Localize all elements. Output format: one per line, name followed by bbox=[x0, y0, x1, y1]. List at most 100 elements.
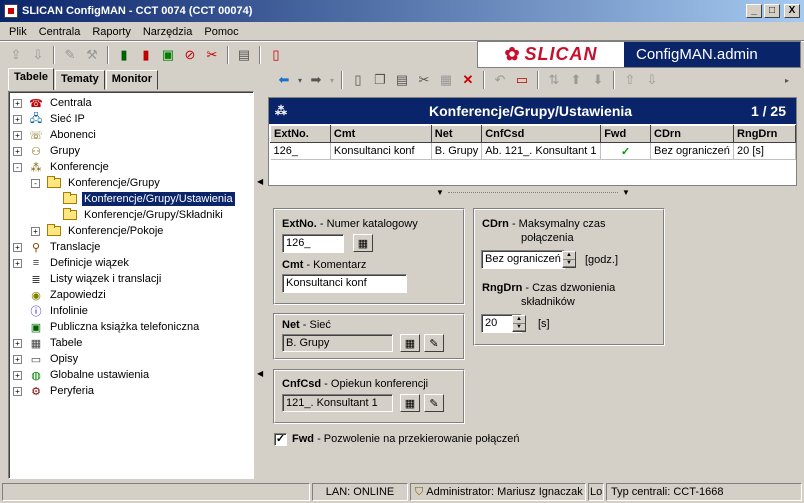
col-cnfcsd[interactable]: CnfCsd bbox=[481, 125, 602, 143]
move-up-icon[interactable]: ⬆ bbox=[566, 70, 586, 90]
disconnect-icon[interactable]: ✂ bbox=[202, 45, 222, 65]
net-calculator-icon[interactable]: ▦ bbox=[400, 334, 420, 352]
tree-item[interactable]: + ☏ Abonenci bbox=[13, 127, 98, 143]
horizontal-splitter[interactable]: ▼ ▼ bbox=[268, 188, 797, 197]
forward-dropdown-icon[interactable]: ▾ bbox=[328, 70, 336, 90]
forward-icon[interactable]: ➡ bbox=[306, 70, 326, 90]
collapse-icon[interactable]: - bbox=[13, 162, 22, 172]
delete-icon[interactable]: ✕ bbox=[458, 70, 478, 90]
spin-down-icon[interactable]: ▼ bbox=[563, 260, 575, 267]
import-icon[interactable]: ⇩ bbox=[642, 70, 662, 90]
tab-tematy[interactable]: Tematy bbox=[55, 70, 105, 90]
app-icon[interactable] bbox=[4, 4, 18, 18]
download-config-icon[interactable]: ⇩ bbox=[28, 45, 48, 65]
cell-fwd-check-icon[interactable]: ✓ bbox=[600, 142, 652, 160]
cell-net[interactable]: B. Grupy bbox=[431, 142, 483, 160]
tree-item[interactable]: + ⚙ Peryferia bbox=[13, 383, 96, 399]
upload-config-icon[interactable]: ⇪ bbox=[6, 45, 26, 65]
menu-narzedzia[interactable]: Narzędzia bbox=[137, 26, 199, 38]
tree-item[interactable]: + ⚇ Grupy bbox=[13, 143, 82, 159]
spin-up-icon[interactable]: ▲ bbox=[513, 316, 525, 324]
col-net[interactable]: Net bbox=[430, 125, 483, 143]
tree-item[interactable]: + ⚲ Translacje bbox=[13, 239, 102, 255]
toolbar-overflow-icon[interactable]: ▸ bbox=[777, 70, 797, 90]
expand-icon[interactable]: + bbox=[13, 98, 22, 108]
cmt-input[interactable]: Konsultanci konf bbox=[282, 274, 407, 293]
expand-icon[interactable]: + bbox=[13, 370, 22, 380]
tree-item[interactable]: Konferencje/Grupy/Składniki bbox=[47, 207, 225, 223]
sort-icon[interactable]: ⇅ bbox=[544, 70, 564, 90]
table-row[interactable]: 126_ Konsultanci konf B. Grupy Ab. 121_.… bbox=[270, 142, 796, 160]
expand-icon[interactable]: + bbox=[13, 130, 22, 140]
expand-icon[interactable]: + bbox=[13, 386, 22, 396]
device-icon[interactable]: ▯ bbox=[266, 45, 286, 65]
tree-item[interactable]: ◉ Zapowiedzi bbox=[13, 287, 108, 303]
wrench-icon[interactable]: ⚒ bbox=[82, 45, 102, 65]
tree-item[interactable]: ≣ Listy wiązek i translacji bbox=[13, 271, 163, 287]
close-button[interactable]: X bbox=[784, 4, 800, 18]
expand-icon[interactable]: + bbox=[13, 338, 22, 348]
move-down-icon[interactable]: ⬇ bbox=[588, 70, 608, 90]
tree-item[interactable]: Konferencje/Grupy/Ustawienia bbox=[47, 191, 236, 207]
cell-cnfcsd[interactable]: Ab. 121_. Konsultant 1 bbox=[481, 142, 602, 160]
col-rngdrn[interactable]: RngDrn bbox=[733, 125, 796, 143]
undo-icon[interactable]: ↶ bbox=[490, 70, 510, 90]
back-dropdown-icon[interactable]: ▾ bbox=[296, 70, 304, 90]
menu-centrala[interactable]: Centrala bbox=[33, 26, 87, 38]
collapse-icon[interactable]: - bbox=[31, 178, 40, 188]
cnfcsd-calculator-icon[interactable]: ▦ bbox=[400, 394, 420, 412]
connect-icon[interactable]: ✎ bbox=[60, 45, 80, 65]
cell-extno[interactable]: 126_ bbox=[270, 142, 331, 160]
net-goto-icon[interactable]: ✎ bbox=[424, 334, 444, 352]
cnfcsd-goto-icon[interactable]: ✎ bbox=[424, 394, 444, 412]
filter-icon[interactable]: ▭ bbox=[512, 70, 532, 90]
tab-tabele[interactable]: Tabele bbox=[8, 68, 55, 90]
expand-icon[interactable]: + bbox=[13, 258, 22, 268]
cell-cmt[interactable]: Konsultanci konf bbox=[330, 142, 432, 160]
new-record-icon[interactable]: ▯ bbox=[348, 70, 368, 90]
tree-item[interactable]: + ▭ Opisy bbox=[13, 351, 80, 367]
copy-record-icon[interactable]: ❐ bbox=[370, 70, 390, 90]
tab-monitor[interactable]: Monitor bbox=[105, 70, 159, 90]
menu-plik[interactable]: Plik bbox=[3, 26, 33, 38]
col-extno[interactable]: ExtNo. bbox=[270, 125, 331, 143]
write-icon[interactable]: ▮ bbox=[136, 45, 156, 65]
menu-pomoc[interactable]: Pomoc bbox=[198, 26, 244, 38]
paste-icon[interactable]: ▦ bbox=[436, 70, 456, 90]
col-fwd[interactable]: Fwd bbox=[600, 125, 652, 143]
calculator-icon[interactable]: ▦ bbox=[353, 234, 373, 252]
fwd-checkbox[interactable]: ✓ bbox=[274, 433, 287, 446]
tree-item[interactable]: + Konferencje/Pokoje bbox=[31, 223, 165, 239]
cell-rngdrn[interactable]: 20 [s] bbox=[733, 142, 796, 160]
vertical-splitter[interactable]: ◀ ◀ bbox=[256, 91, 264, 479]
cdrn-spinner[interactable]: ▲ ▼ bbox=[562, 251, 576, 268]
paste-record-icon[interactable]: ▤ bbox=[392, 70, 412, 90]
expand-icon[interactable]: + bbox=[13, 354, 22, 364]
back-icon[interactable]: ⬅ bbox=[274, 70, 294, 90]
cut-icon[interactable]: ✂ bbox=[414, 70, 434, 90]
col-cmt[interactable]: Cmt bbox=[329, 125, 432, 143]
expand-icon[interactable]: + bbox=[13, 242, 22, 252]
export-icon[interactable]: ⇧ bbox=[620, 70, 640, 90]
tree-item[interactable]: ⓘ Infolinie bbox=[13, 303, 90, 319]
menu-raporty[interactable]: Raporty bbox=[86, 26, 137, 38]
tree-item[interactable]: + ☎ Centrala bbox=[13, 95, 94, 111]
minimize-button[interactable]: _ bbox=[746, 4, 762, 18]
tree-item[interactable]: - Konferencje/Grupy bbox=[31, 175, 162, 191]
collapse-left-icon[interactable]: ◀ bbox=[257, 177, 263, 186]
extno-input[interactable]: 126_ bbox=[282, 234, 344, 253]
collapse-down-icon[interactable]: ▼ bbox=[436, 188, 444, 197]
read-icon[interactable]: ▮ bbox=[114, 45, 134, 65]
col-cdrn[interactable]: CDrn bbox=[650, 125, 735, 143]
expand-icon[interactable]: + bbox=[13, 146, 22, 156]
monitor-icon[interactable]: ▣ bbox=[158, 45, 178, 65]
spin-down-icon[interactable]: ▼ bbox=[513, 324, 525, 331]
maximize-button[interactable]: □ bbox=[764, 4, 780, 18]
collapse-down-icon-2[interactable]: ▼ bbox=[622, 188, 630, 197]
tree-item[interactable]: + ≡ Definicje wiązek bbox=[13, 255, 131, 271]
tree-item[interactable]: + ▦ Tabele bbox=[13, 335, 84, 351]
cdrn-spinbox[interactable]: Bez ograniczeń bbox=[481, 250, 565, 269]
stop-icon[interactable]: ⊘ bbox=[180, 45, 200, 65]
rngdrn-spinner[interactable]: ▲ ▼ bbox=[512, 315, 526, 332]
tree-view[interactable]: + ☎ Centrala + 🖧 Sieć IP + ☏ Abonenci + ⚇ Grupy - ⁂ Ko… bbox=[8, 91, 254, 479]
